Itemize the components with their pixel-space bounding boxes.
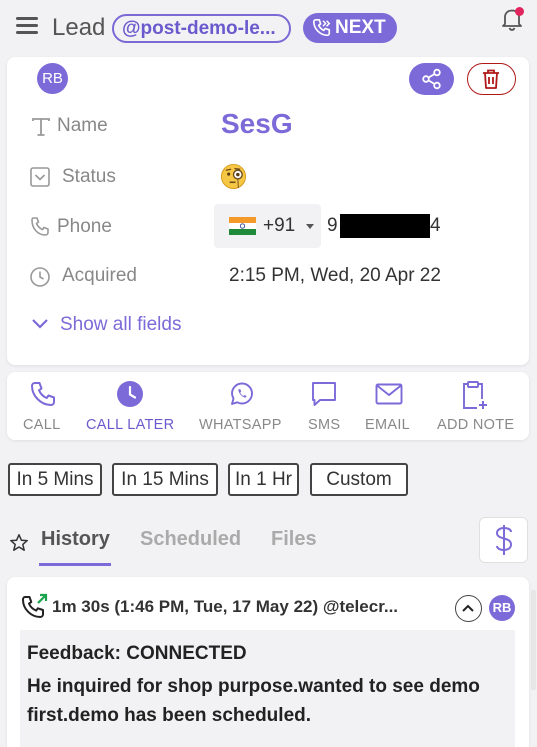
clock-icon — [117, 381, 143, 407]
phone-icon — [31, 217, 49, 236]
email-label: EMAIL — [365, 417, 411, 433]
call-later-label: CALL LATER — [86, 417, 175, 433]
sms-label: SMS — [308, 417, 341, 433]
phone-icon — [31, 382, 55, 406]
menu-icon[interactable] — [16, 17, 38, 35]
top-bar: Lead @post-demo-le... NEXT — [0, 0, 537, 56]
feedback-status: Feedback: CONNECTED — [27, 643, 247, 664]
mail-icon — [375, 383, 403, 405]
whatsapp-label: WHATSAPP — [199, 417, 282, 433]
note-text-line-1: He inquired for shop purpose.wanted to s… — [27, 676, 480, 697]
caret-down-icon — [306, 224, 314, 229]
name-label: Name — [57, 115, 108, 136]
payments-button[interactable] — [479, 517, 528, 563]
whatsapp-icon — [231, 382, 253, 405]
next-lead-label: NEXT — [335, 17, 386, 38]
share-button[interactable] — [409, 63, 454, 95]
scrollbar[interactable] — [531, 590, 536, 690]
email-action[interactable]: EMAIL — [357, 372, 422, 440]
face-with-monocle-emoji-icon[interactable] — [220, 163, 247, 190]
collapse-entry-button[interactable] — [455, 595, 482, 622]
dollar-icon — [495, 525, 513, 555]
outgoing-call-icon — [22, 593, 48, 618]
lead-list-handle[interactable]: @post-demo-le... — [112, 14, 291, 43]
notification-badge — [515, 7, 524, 16]
call-summary: 1m 30s (1:46 PM, Tue, 17 May 22) @telecr… — [52, 597, 399, 616]
chevron-up-icon — [462, 604, 474, 612]
chevron-down-icon[interactable] — [31, 318, 49, 330]
share-icon — [422, 68, 441, 90]
dropdown-box-icon — [30, 167, 50, 187]
phone-number-end[interactable]: 4 — [430, 215, 441, 237]
whatsapp-action[interactable]: WHATSAPP — [191, 372, 291, 440]
add-note-label: ADD NOTE — [437, 417, 515, 433]
delete-button[interactable] — [467, 63, 516, 95]
caller-avatar[interactable]: RB — [489, 595, 515, 621]
acquired-value: 2:15 PM, Wed, 20 Apr 22 — [229, 265, 441, 286]
trash-icon — [483, 69, 499, 89]
star-icon[interactable] — [9, 533, 29, 553]
message-icon — [312, 382, 336, 406]
sms-action[interactable]: SMS — [297, 372, 352, 440]
schedule-15-mins-button[interactable]: In 15 Mins — [112, 463, 218, 496]
schedule-1-hr-button[interactable]: In 1 Hr — [228, 463, 299, 496]
phone-label: Phone — [57, 216, 112, 237]
redacted-phone-digits — [340, 214, 430, 238]
phone-next-icon — [313, 19, 331, 37]
call-later-action[interactable]: CALL LATER — [79, 372, 184, 440]
country-code: +91 — [263, 215, 296, 236]
action-bar: CALL CALL LATER WHATSAPP SMS EMAIL ADD N… — [7, 372, 529, 440]
lead-owner-avatar[interactable]: RB — [37, 63, 68, 94]
tab-files[interactable]: Files — [271, 528, 317, 551]
lead-name-value[interactable]: SesG — [221, 108, 293, 140]
call-action[interactable]: CALL — [7, 372, 77, 440]
call-label: CALL — [23, 417, 61, 433]
clipboard-plus-icon — [463, 381, 487, 409]
schedule-5-mins-button[interactable]: In 5 Mins — [8, 463, 102, 496]
clock-icon — [30, 267, 50, 287]
schedule-custom-button[interactable]: Custom — [310, 463, 408, 496]
acquired-label: Acquired — [62, 265, 137, 286]
next-lead-button[interactable]: NEXT — [303, 13, 397, 43]
text-type-icon — [32, 118, 50, 136]
status-label: Status — [62, 166, 116, 187]
tab-history[interactable]: History — [41, 528, 110, 551]
note-text-line-2: first.demo has been scheduled. — [27, 705, 312, 726]
page-title: Lead — [52, 14, 106, 41]
india-flag-icon — [229, 217, 256, 235]
add-note-action[interactable]: ADD NOTE — [429, 372, 529, 440]
active-tab-indicator — [39, 563, 111, 566]
show-all-fields-link[interactable]: Show all fields — [60, 314, 181, 336]
phone-number-start[interactable]: 9 — [327, 215, 338, 237]
tab-scheduled[interactable]: Scheduled — [140, 528, 241, 551]
